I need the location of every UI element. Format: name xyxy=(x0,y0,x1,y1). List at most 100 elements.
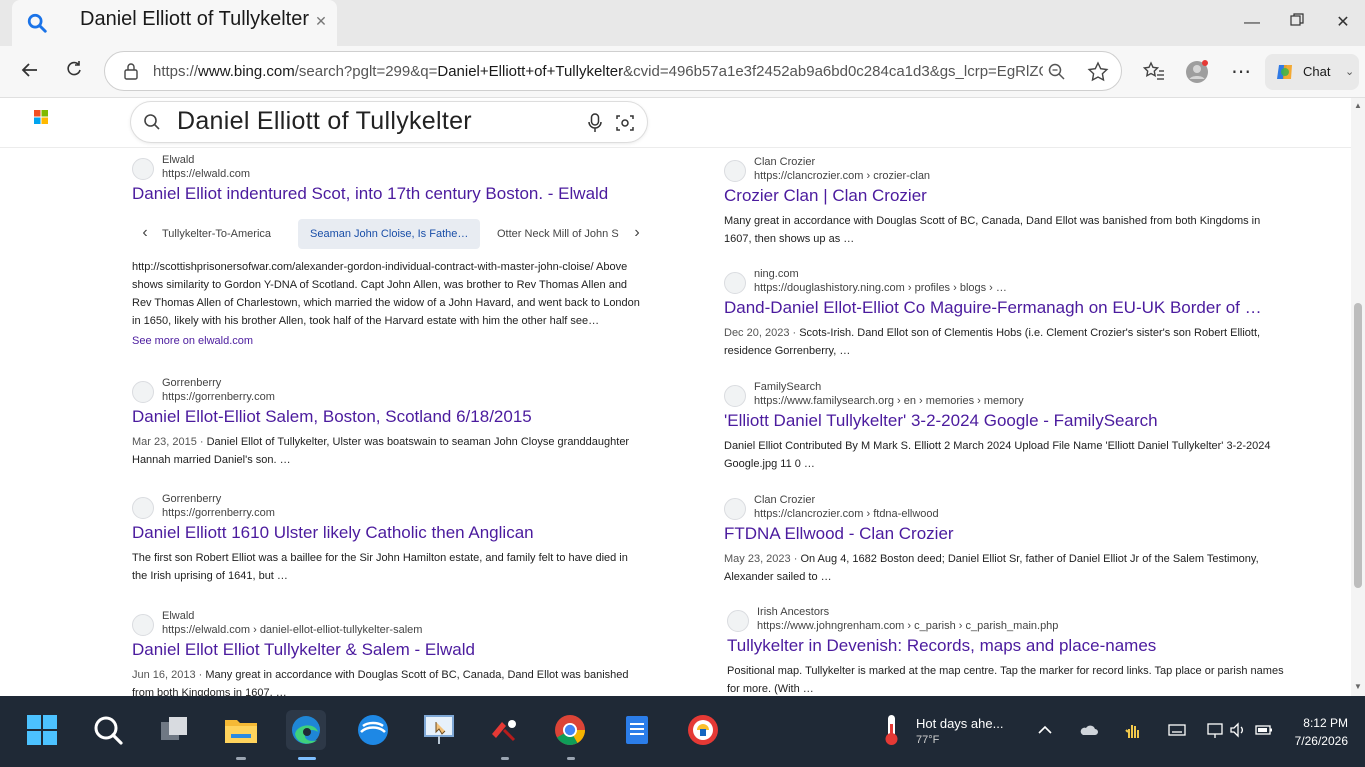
carousel-item[interactable]: Tullykelter-To-America xyxy=(150,219,283,249)
battery-icon[interactable] xyxy=(1254,720,1274,740)
result-date: Dec 20, 2023 · xyxy=(724,327,800,339)
site-url[interactable]: https://elwald.com › daniel-ellot-elliot… xyxy=(162,624,422,636)
result-snippet: Dec 20, 2023 · Scots-Irish. Dand Ellot s… xyxy=(724,324,1284,360)
notepad-icon[interactable] xyxy=(617,710,657,750)
microsoft-logo-icon[interactable] xyxy=(34,110,48,124)
bing-header: Daniel Elliott of Tullykelter xyxy=(0,98,1351,148)
running-indicator xyxy=(236,757,246,760)
site-name: FamilySearch xyxy=(754,381,822,393)
result-snippet: http://scottishprisonersofwar.com/alexan… xyxy=(132,261,640,327)
site-favicon-icon xyxy=(724,498,746,520)
search-query[interactable]: Daniel Elliott of Tullykelter xyxy=(177,107,472,136)
site-url[interactable]: https://www.familysearch.org › en › memo… xyxy=(754,395,1024,407)
more-options-button[interactable]: ⋯ xyxy=(1229,60,1253,84)
result-title-link[interactable]: Daniel Elliot indentured Scot, into 17th… xyxy=(132,184,608,204)
volume-icon[interactable] xyxy=(1228,720,1248,740)
site-name: Clan Crozier xyxy=(754,494,816,506)
address-bar[interactable]: https://www.bing.com/search?pglt=299&q=D… xyxy=(104,51,1122,91)
see-more-link[interactable]: See more on elwald.com xyxy=(132,335,253,347)
result-title-link[interactable]: Crozier Clan | Clan Crozier xyxy=(724,186,927,206)
result-snippet: The first son Robert Elliot was a baille… xyxy=(132,552,628,582)
onedrive-cloud-icon[interactable] xyxy=(1079,720,1099,740)
visual-search-icon[interactable] xyxy=(615,113,635,133)
close-tab-icon[interactable]: ✕ xyxy=(312,12,330,30)
windows-start-icon[interactable] xyxy=(22,710,62,750)
sitelinks-carousel: ‹ Tullykelter-To-America Seaman John Clo… xyxy=(132,219,648,249)
search-input[interactable]: Daniel Elliott of Tullykelter xyxy=(131,102,647,142)
tool-app-icon[interactable] xyxy=(484,710,524,750)
result-snippet: May 23, 2023 · On Aug 4, 1682 Boston dee… xyxy=(724,550,1284,586)
scroll-up-icon[interactable]: ▲ xyxy=(1353,101,1363,111)
back-button[interactable] xyxy=(18,60,42,84)
result-title-link[interactable]: Daniel Elliott 1610 Ulster likely Cathol… xyxy=(132,523,534,543)
search-result: Elwald https://elwald.com › daniel-ellot… xyxy=(132,610,652,696)
url-text[interactable]: https://www.bing.com/search?pglt=299&q=D… xyxy=(153,63,1043,80)
site-url[interactable]: https://gorrenberry.com xyxy=(162,507,275,519)
lock-icon[interactable] xyxy=(123,62,139,80)
result-title-link[interactable]: Tullykelter in Devenish: Records, maps a… xyxy=(727,636,1156,656)
result-snippet: Mar 23, 2015 · Daniel Ellot of Tullykelt… xyxy=(132,433,642,469)
site-url[interactable]: https://www.johngrenham.com › c_parish ›… xyxy=(757,620,1058,632)
site-url[interactable]: https://douglashistory.ning.com › profil… xyxy=(754,282,1007,294)
clock-time[interactable]: 8:12 PM xyxy=(1300,716,1348,730)
site-favicon-icon xyxy=(132,497,154,519)
result-snippet: Daniel Elliot Contributed By M Mark S. E… xyxy=(724,440,1271,470)
chrome-icon[interactable] xyxy=(550,710,590,750)
keyboard-icon[interactable] xyxy=(1167,720,1187,740)
scroll-thumb[interactable] xyxy=(1354,303,1362,588)
weather-headline[interactable]: Hot days ahe... xyxy=(916,716,1003,731)
show-hidden-icons-chevron-icon[interactable] xyxy=(1035,720,1055,740)
result-title-link[interactable]: Daniel Ellot-Elliot Salem, Boston, Scotl… xyxy=(132,407,532,427)
minimize-button[interactable]: — xyxy=(1240,12,1264,34)
edge-icon xyxy=(292,716,320,744)
site-url[interactable]: https://gorrenberry.com xyxy=(162,391,275,403)
url-host: www.bing.com xyxy=(198,63,295,80)
edge-browser-app[interactable] xyxy=(286,710,326,750)
site-url[interactable]: https://clancrozier.com › ftdna-ellwood xyxy=(754,508,939,520)
favorites-icon[interactable] xyxy=(1142,60,1166,84)
microphone-icon[interactable] xyxy=(586,113,604,133)
refresh-button[interactable] xyxy=(62,60,86,84)
scroll-down-icon[interactable]: ▼ xyxy=(1353,682,1363,692)
result-title-link[interactable]: FTDNA Ellwood - Clan Crozier xyxy=(724,524,954,544)
profile-avatar-icon[interactable] xyxy=(1185,60,1209,84)
thermometer-icon[interactable] xyxy=(878,712,904,748)
result-title-link[interactable]: Daniel Ellot Elliot Tullykelter & Salem … xyxy=(132,640,475,660)
tab-title: Daniel Elliott of Tullykelter xyxy=(80,8,309,30)
result-title-link[interactable]: Dand-Daniel Ellot-Elliot Co Maguire-Ferm… xyxy=(724,298,1262,318)
url-path: /search?pglt=299&q= xyxy=(294,63,438,80)
site-name: Irish Ancestors xyxy=(757,606,830,618)
favorite-star-icon[interactable] xyxy=(1087,61,1109,83)
page-scrollbar[interactable]: ▲ ▼ xyxy=(1351,98,1365,696)
site-name: Gorrenberry xyxy=(162,493,222,505)
site-url[interactable]: https://clancrozier.com › crozier-clan xyxy=(754,170,930,182)
weather-temperature[interactable]: 77°F xyxy=(916,734,939,746)
close-window-button[interactable]: ✕ xyxy=(1331,12,1355,34)
result-text: Many great in accordance with Douglas Sc… xyxy=(132,669,629,696)
network-icon[interactable] xyxy=(1205,720,1225,740)
site-url[interactable]: https://elwald.com xyxy=(162,168,250,180)
file-explorer-icon[interactable] xyxy=(221,710,261,750)
password-manager-icon[interactable] xyxy=(683,710,723,750)
result-date: Mar 23, 2015 · xyxy=(132,436,207,448)
url-scheme: https:// xyxy=(153,63,199,80)
search-icon[interactable] xyxy=(88,710,128,750)
task-view-icon[interactable] xyxy=(155,710,195,750)
site-favicon-icon xyxy=(724,160,746,182)
carousel-item-active[interactable]: Seaman John Cloise, Is Fathe… xyxy=(298,219,481,249)
maximize-button[interactable] xyxy=(1285,12,1309,34)
browser-tab[interactable]: Daniel Elliott of Tullykelter ✕ xyxy=(12,0,337,46)
search-result: Irish Ancestors https://www.johngrenham.… xyxy=(727,606,1287,696)
presentation-app-icon[interactable] xyxy=(419,710,459,750)
clock-date[interactable]: 7/26/2026 xyxy=(1288,734,1348,748)
copilot-chat-button[interactable]: Chat ⌄ xyxy=(1265,54,1359,90)
zoom-icon[interactable] xyxy=(1047,62,1067,82)
result-title-link[interactable]: 'Elliott Daniel Tullykelter' 3-2-2024 Go… xyxy=(724,411,1158,431)
carousel-item[interactable]: Otter Neck Mill of John S xyxy=(485,219,631,249)
site-name: Elwald xyxy=(162,154,195,166)
running-indicator xyxy=(501,757,509,760)
chevron-right-icon[interactable]: › xyxy=(628,224,646,244)
url-params: &cvid=496b57a1e3f2452ab9a6bd0c284ca1d3&g… xyxy=(623,63,1043,80)
weather-app-icon[interactable] xyxy=(353,710,393,750)
touch-hand-icon[interactable] xyxy=(1123,720,1143,740)
